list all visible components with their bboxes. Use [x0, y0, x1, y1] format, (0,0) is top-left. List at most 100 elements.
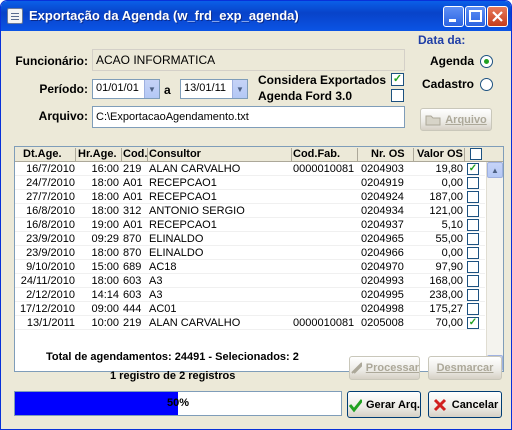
cell-nr-os: 0204924 [361, 191, 404, 203]
cell-nr-os: 0204919 [361, 177, 404, 189]
chevron-down-icon[interactable]: ▼ [232, 80, 247, 98]
row-checkbox[interactable] [467, 205, 479, 217]
cell-consultor: AC01 [149, 303, 177, 315]
scroll-up-icon[interactable]: ▲ [487, 162, 503, 178]
cell-cod: 689 [123, 261, 142, 273]
considera-label: Considera Exportados [258, 73, 387, 87]
date-from-combo[interactable]: 01/01/01 ▼ [92, 79, 160, 99]
row-checkbox[interactable] [467, 191, 479, 203]
col-cod: Cod. [123, 148, 148, 160]
col-cod-fab: Cod.Fab. [293, 148, 341, 160]
desmarcar-button[interactable]: Desmarcar [428, 356, 502, 380]
cancelar-button[interactable]: Cancelar [428, 391, 502, 418]
radio-agenda-label: Agenda [429, 54, 474, 68]
row-checkbox[interactable] [467, 247, 479, 259]
cell-valor-os: 168,00 [429, 275, 463, 287]
cell-nr-os: 0204937 [361, 219, 404, 231]
cell-consultor: A3 [149, 289, 163, 301]
table-row[interactable]: 9/10/2010 15:00 689 AC18 0204970 97,90 [15, 260, 485, 274]
select-all-checkbox[interactable] [470, 148, 482, 160]
cell-cod: 603 [123, 289, 142, 301]
maximize-icon [469, 10, 482, 22]
radio-cadastro-label: Cadastro [421, 77, 474, 91]
vertical-scrollbar[interactable]: ▲ ▼ [486, 162, 503, 371]
funcionario-field: ACAO INFORMATICA [92, 49, 405, 71]
title-bar[interactable]: Exportação da Agenda (w_frd_exp_agenda) [1, 1, 511, 31]
row-checkbox[interactable]: ✓ [467, 163, 479, 175]
arquivo-button[interactable]: Arquivo [420, 108, 492, 131]
close-button[interactable] [487, 6, 508, 27]
processar-button[interactable]: Processar [349, 356, 420, 380]
table-row[interactable]: 13/1/2011 10:00 219 ALAN CARVALHO 0000010081… [15, 316, 485, 330]
cell-valor-os: 238,00 [429, 289, 463, 301]
cell-consultor: ELINALDO [149, 233, 204, 245]
row-checkbox[interactable] [467, 177, 479, 189]
cell-consultor: RECEPCAO1 [149, 219, 217, 231]
row-checkbox[interactable] [467, 275, 479, 287]
agendamentos-table[interactable]: Dt.Age. Hr.Age. Cod. Consultor Cod.Fab. … [14, 146, 504, 372]
cell-hr-age: 15:00 [91, 261, 119, 273]
chevron-down-icon[interactable]: ▼ [144, 80, 159, 98]
cell-valor-os: 187,00 [429, 191, 463, 203]
row-checkbox[interactable] [467, 289, 479, 301]
cell-dt-age: 17/12/2010 [19, 303, 75, 315]
table-row[interactable]: 16/8/2010 19:00 A01 RECEPCAO1 0204937 5,10 [15, 218, 485, 232]
radio-cadastro[interactable] [480, 78, 493, 91]
cell-nr-os: 0204966 [361, 247, 404, 259]
client-area: Funcionário: ACAO INFORMATICA Período: 0… [4, 31, 508, 428]
window-title: Exportação da Agenda (w_frd_exp_agenda) [29, 8, 299, 23]
app-icon [7, 8, 23, 24]
cell-dt-age: 23/9/2010 [26, 247, 75, 259]
maximize-button[interactable] [465, 6, 486, 27]
cancelar-label: Cancelar [451, 398, 499, 411]
cell-cod: 444 [123, 303, 142, 315]
cell-dt-age: 27/7/2010 [26, 191, 75, 203]
data-da-label: Data da: [418, 33, 466, 47]
row-checkbox[interactable] [467, 233, 479, 245]
table-row[interactable]: 17/12/2010 09:00 444 AC01 0204998 175,27 [15, 302, 485, 316]
checkmark-icon [348, 398, 362, 412]
cell-cod: 219 [123, 163, 142, 175]
funcionario-label: Funcionário: [15, 54, 88, 68]
row-checkbox[interactable]: ✓ [467, 317, 479, 329]
row-checkbox[interactable] [467, 261, 479, 273]
agenda-ford-checkbox[interactable] [391, 89, 404, 102]
gerar-arquivo-button[interactable]: Gerar Arq. [347, 391, 421, 418]
cell-valor-os: 0,00 [441, 177, 463, 189]
table-row[interactable]: 23/9/2010 09:29 870 ELINALDO 0204965 55,00 [15, 232, 485, 246]
cell-dt-age: 16/8/2010 [26, 205, 75, 217]
table-row[interactable]: 16/8/2010 18:00 312 ANTONIO SERGIO 0204934 12… [15, 204, 485, 218]
cell-valor-os: 175,27 [429, 303, 463, 315]
cell-cod: 870 [123, 233, 142, 245]
table-row[interactable]: 16/7/2010 16:00 219 ALAN CARVALHO 0000010081… [15, 162, 485, 176]
cell-dt-age: 13/1/2011 [26, 317, 75, 329]
col-consultor: Consultor [149, 148, 201, 160]
radio-agenda[interactable] [480, 55, 493, 68]
cell-consultor: AC18 [149, 261, 177, 273]
row-checkbox[interactable] [467, 219, 479, 231]
cell-hr-age: 09:29 [91, 233, 119, 245]
cell-dt-age: 24/7/2010 [26, 177, 75, 189]
cell-cod: A01 [123, 219, 143, 231]
date-to-value: 13/01/11 [184, 82, 227, 94]
cell-hr-age: 10:00 [91, 317, 119, 329]
cell-consultor: ALAN CARVALHO [149, 317, 241, 329]
table-row[interactable]: 27/7/2010 18:00 A01 RECEPCAO1 0204924 187,00 [15, 190, 485, 204]
arquivo-input[interactable]: C:\ExportacaoAgendamento.txt [92, 106, 405, 128]
table-row[interactable]: 24/11/2010 18:00 603 A3 0204993 168,00 [15, 274, 485, 288]
total-status: Total de agendamentos: 24491 - Seleciona… [46, 351, 299, 363]
table-row[interactable]: 24/7/2010 18:00 A01 RECEPCAO1 0204919 0,00 [15, 176, 485, 190]
cell-valor-os: 5,10 [441, 219, 463, 231]
date-to-combo[interactable]: 13/01/11 ▼ [180, 79, 248, 99]
table-row[interactable]: 2/12/2010 14:14 603 A3 0204995 238,00 [15, 288, 485, 302]
cell-consultor: A3 [149, 275, 163, 287]
minimize-button[interactable] [443, 6, 464, 27]
col-valor-os: Valor OS [417, 148, 463, 160]
cell-dt-age: 16/8/2010 [26, 219, 75, 231]
arquivo-button-label: Arquivo [445, 113, 487, 126]
considera-checkbox[interactable]: ✓ [391, 73, 404, 86]
table-row[interactable]: 23/9/2010 18:00 870 ELINALDO 0204966 0,00 [15, 246, 485, 260]
cell-consultor: RECEPCAO1 [149, 191, 217, 203]
cell-nr-os: 0204970 [361, 261, 404, 273]
row-checkbox[interactable] [467, 303, 479, 315]
